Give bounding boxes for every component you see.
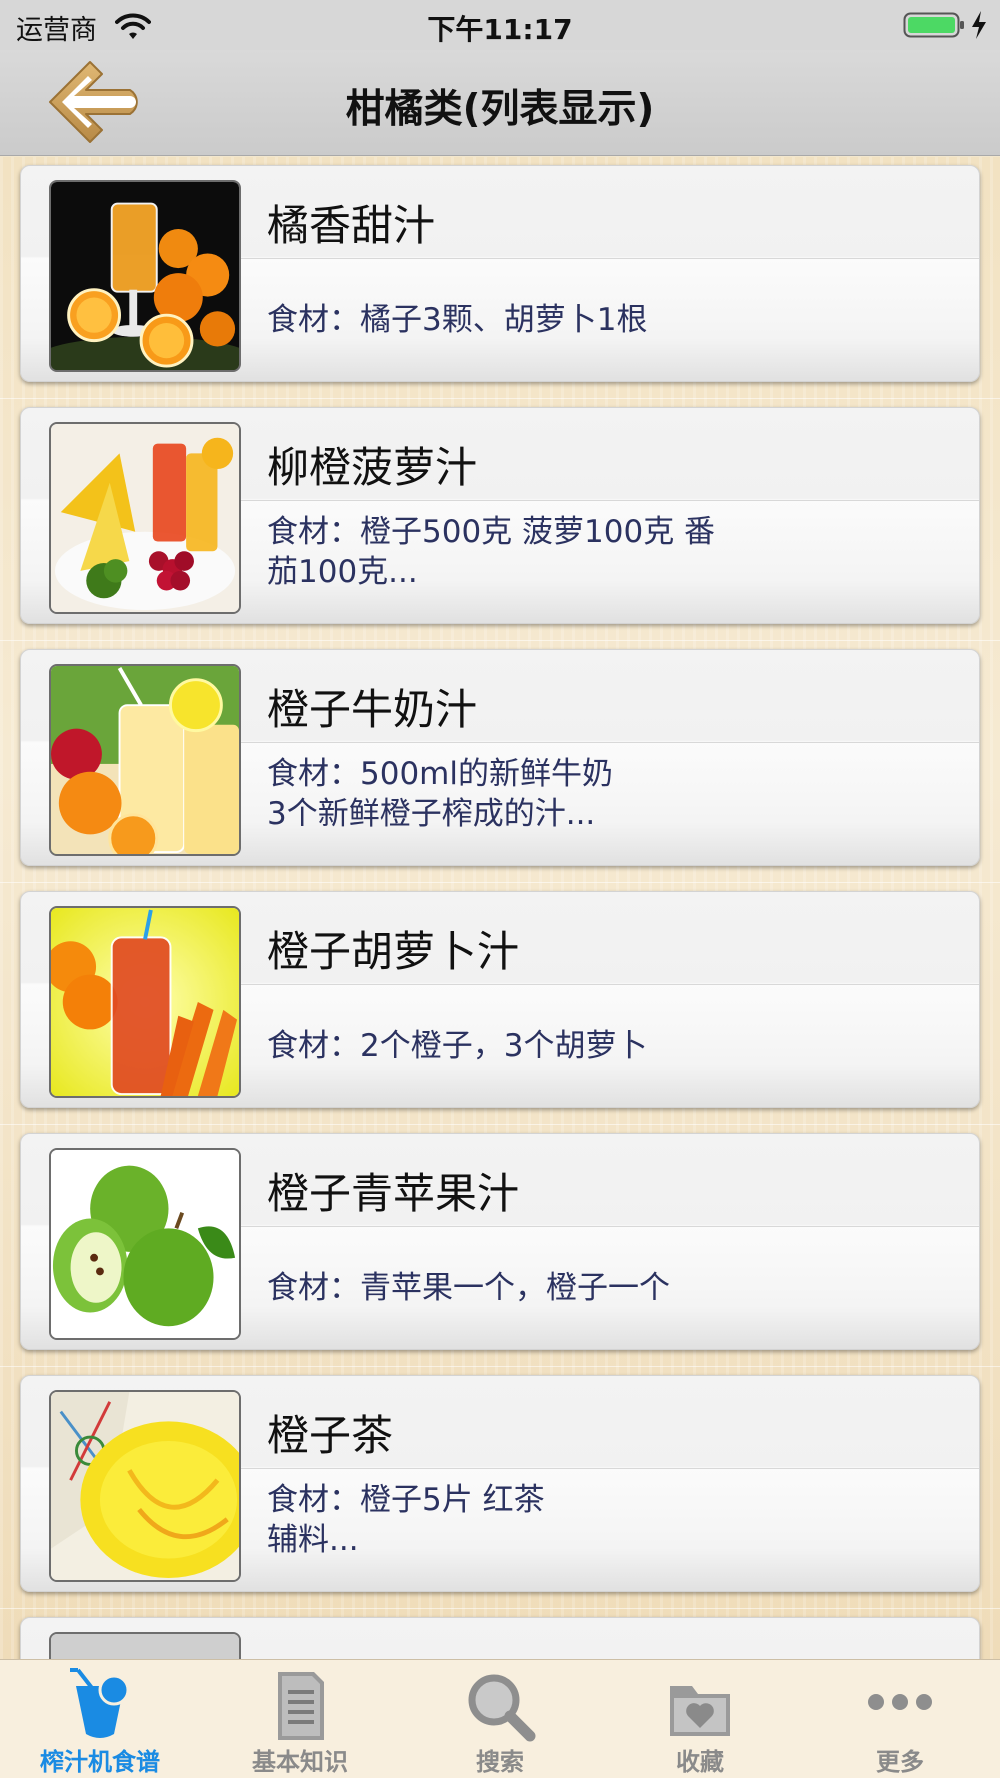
recipe-thumbnail (49, 664, 241, 856)
tab-favorites[interactable]: 收藏 (600, 1660, 800, 1778)
tab-label: 基本知识 (252, 1748, 348, 1776)
tab-label: 搜索 (476, 1748, 524, 1776)
ingredients-line: 3个新鲜橙子榨成的汁... (267, 796, 596, 832)
juice-cup-icon (70, 1668, 130, 1738)
ingredients-line: 食材：橘子3颗、胡萝卜1根 (267, 302, 648, 338)
recipe-title: 橘香甜汁 (267, 201, 436, 250)
tab-label: 收藏 (676, 1748, 724, 1776)
recipe-card[interactable]: 橙子胡萝卜汁 食材：2个橙子，3个胡萝卜 (20, 891, 980, 1108)
tab-basic-knowledge[interactable]: 基本知识 (200, 1660, 400, 1778)
recipe-card[interactable] (20, 1617, 980, 1659)
recipe-thumbnail (49, 1632, 241, 1659)
card-divider (241, 500, 979, 501)
recipe-thumbnail (49, 422, 241, 614)
recipe-ingredients: 食材：橘子3颗、胡萝卜1根 (267, 300, 807, 340)
ingredients-line: 食材：橙子500克 菠萝100克 番 (267, 514, 716, 550)
recipe-card[interactable]: 橘香甜汁 食材：橘子3颗、胡萝卜1根 (20, 165, 980, 382)
recipe-ingredients: 食材：橙子5片 红茶 辅料... (267, 1480, 807, 1560)
ingredients-line: 茄100克... (267, 554, 418, 590)
ingredients-line: 食材：500ml的新鲜牛奶 (267, 756, 613, 792)
recipe-list[interactable]: 橘香甜汁 食材：橘子3颗、胡萝卜1根 柳橙菠萝汁 食材：橙子500克 菠萝100… (0, 157, 1000, 1659)
list-item[interactable]: 橙子胡萝卜汁 食材：2个橙子，3个胡萝卜 (0, 883, 1000, 1125)
recipe-title: 橙子牛奶汁 (267, 685, 478, 734)
recipe-ingredients: 食材：橙子500克 菠萝100克 番 茄100克... (267, 512, 807, 592)
magnifier-icon (468, 1674, 536, 1742)
ingredients-line: 食材：2个橙子，3个胡萝卜 (267, 1028, 648, 1064)
tab-label: 更多 (876, 1748, 924, 1776)
recipe-card[interactable]: 橙子茶 食材：橙子5片 红茶 辅料... (20, 1375, 980, 1592)
card-divider (241, 1468, 979, 1469)
card-divider (241, 1226, 979, 1227)
recipe-card[interactable]: 橙子青苹果汁 食材：青苹果一个，橙子一个 (20, 1133, 980, 1350)
recipe-thumbnail (49, 180, 241, 372)
recipe-title: 柳橙菠萝汁 (267, 443, 478, 492)
recipe-card[interactable]: 橙子牛奶汁 食材：500ml的新鲜牛奶 3个新鲜橙子榨成的汁... (20, 649, 980, 866)
list-item[interactable]: 橙子青苹果汁 食材：青苹果一个，橙子一个 (0, 1125, 1000, 1367)
card-divider (241, 258, 979, 259)
ingredients-line: 食材：青苹果一个，橙子一个 (267, 1270, 670, 1306)
charging-icon (972, 11, 986, 39)
status-bar: 运营商 下午11:17 (0, 0, 1000, 50)
tab-label: 榨汁机食谱 (40, 1748, 160, 1776)
list-item[interactable]: 橘香甜汁 食材：橘子3颗、胡萝卜1根 (0, 157, 1000, 399)
card-divider (241, 984, 979, 985)
battery-icon (903, 12, 964, 38)
heart-folder-icon (670, 1686, 730, 1736)
tab-more[interactable]: 更多 (800, 1660, 1000, 1778)
recipe-card[interactable]: 柳橙菠萝汁 食材：橙子500克 菠萝100克 番 茄100克... (20, 407, 980, 624)
recipe-title: 橙子茶 (267, 1411, 394, 1460)
page-title: 柑橘类(列表显示) (345, 87, 655, 132)
ingredients-line: 食材：橙子5片 红茶 (267, 1482, 545, 1518)
document-icon (278, 1672, 324, 1740)
tab-search[interactable]: 搜索 (400, 1660, 600, 1778)
list-item[interactable] (0, 1609, 1000, 1659)
more-dots-icon (868, 1694, 932, 1710)
list-item[interactable]: 橙子茶 食材：橙子5片 红茶 辅料... (0, 1367, 1000, 1609)
navigation-bar: 柑橘类(列表显示) (0, 50, 1000, 156)
recipe-ingredients: 食材：500ml的新鲜牛奶 3个新鲜橙子榨成的汁... (267, 754, 807, 834)
ingredients-line: 辅料... (267, 1522, 359, 1558)
recipe-ingredients: 食材：2个橙子，3个胡萝卜 (267, 1026, 807, 1066)
recipe-ingredients: 食材：青苹果一个，橙子一个 (267, 1268, 807, 1308)
list-item[interactable]: 柳橙菠萝汁 食材：橙子500克 菠萝100克 番 茄100克... (0, 399, 1000, 641)
tab-juice-recipes[interactable]: 榨汁机食谱 (0, 1660, 200, 1778)
recipe-thumbnail (49, 906, 241, 1098)
card-divider (241, 742, 979, 743)
tab-bar: 榨汁机食谱 基本知识 搜索 收藏 更多 (0, 1659, 1000, 1778)
recipe-thumbnail (49, 1148, 241, 1340)
status-time: 下午11:17 (427, 13, 573, 46)
list-item[interactable]: 橙子牛奶汁 食材：500ml的新鲜牛奶 3个新鲜橙子榨成的汁... (0, 641, 1000, 883)
recipe-thumbnail (49, 1390, 241, 1582)
recipe-title: 橙子青苹果汁 (267, 1169, 520, 1218)
recipe-title: 橙子胡萝卜汁 (267, 927, 520, 976)
